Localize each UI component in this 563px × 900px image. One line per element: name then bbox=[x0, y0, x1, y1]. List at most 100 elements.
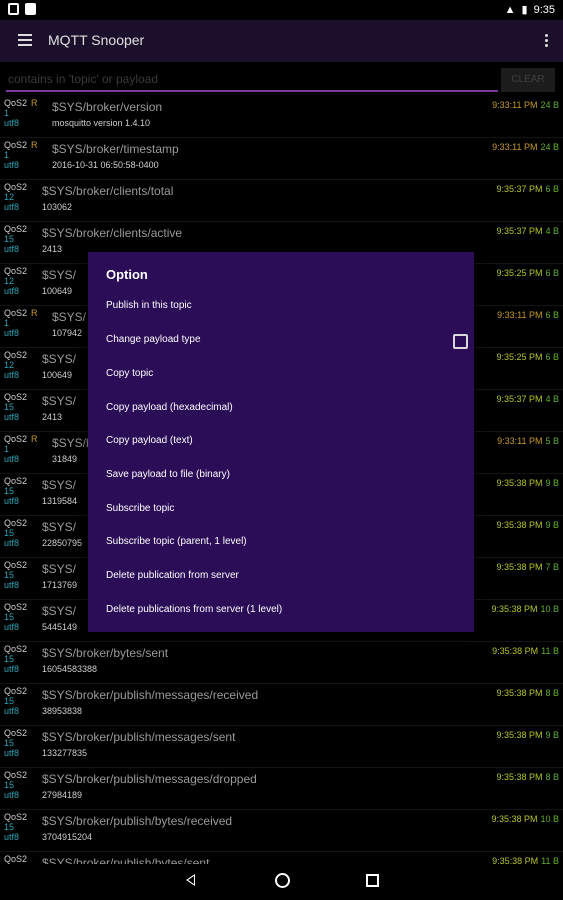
back-icon[interactable] bbox=[186, 874, 195, 886]
message-count: 15 bbox=[4, 738, 15, 748]
dialog-title: Option bbox=[106, 267, 148, 282]
message-meta: 9:35:37 PM 4 B bbox=[496, 226, 559, 236]
option-publish-in-topic[interactable]: Publish in this topic bbox=[106, 300, 192, 311]
topic-text: $SYS/ bbox=[42, 520, 77, 534]
list-item[interactable]: QoS2 R 1 utf8 $SYS/broker/version mosquitto v… bbox=[0, 96, 563, 138]
list-item[interactable]: QoS2 15 utf8 $SYS/broker/publish/messages/d… bbox=[0, 768, 563, 810]
topic-text: $SYS/ bbox=[42, 352, 77, 366]
topic-text: $SYS/broker/bytes/sent bbox=[42, 646, 169, 660]
qos-column: QoS2 R 1 utf8 bbox=[4, 98, 38, 128]
payload-text: 31849 bbox=[52, 454, 78, 464]
qos-column: QoS2 R 1 utf8 bbox=[4, 434, 38, 464]
message-meta: 9:35:38 PM 10 B bbox=[491, 604, 559, 614]
payload-size: 6 B bbox=[545, 184, 559, 194]
qos-label: QoS2 bbox=[4, 728, 28, 738]
qos-column: QoS2 R 1 utf8 bbox=[4, 140, 38, 170]
qos-column: QoS215utf8 bbox=[4, 812, 27, 842]
encoding-label: utf8 bbox=[4, 412, 20, 422]
timestamp: 9:35:38 PM bbox=[492, 646, 539, 656]
qos-column: QoS215utf8 bbox=[4, 728, 27, 758]
qos-column: QoS215utf8 bbox=[4, 518, 27, 548]
encoding-label: utf8 bbox=[4, 202, 20, 212]
payload-text: 2413 bbox=[42, 244, 63, 254]
payload-size: 8 B bbox=[545, 688, 559, 698]
overflow-icon[interactable] bbox=[545, 34, 549, 49]
topic-text: $SYS/ bbox=[52, 310, 87, 324]
payload-size: 10 B bbox=[540, 604, 559, 614]
list-item[interactable]: QoS2 12 utf8 $SYS/broker/clients/total 10306… bbox=[0, 180, 563, 222]
timestamp: 9:33:11 PM bbox=[492, 142, 538, 152]
option-save-payload[interactable]: Save payload to file (binary) bbox=[106, 469, 230, 480]
qos-label: QoS2 bbox=[4, 350, 28, 360]
topic-text: $SYS/broker/publish/bytes/received bbox=[42, 814, 233, 828]
wifi-icon: ▲ bbox=[504, 3, 516, 16]
list-item[interactable]: QoS2 15 utf8 $SYS/broker/bytes/sent 16054583… bbox=[0, 642, 563, 684]
topic-text: $SYS/broker/publish/messages/sent bbox=[42, 730, 236, 744]
payload-size: 4 B bbox=[545, 226, 559, 236]
topic-text: $SYS/ bbox=[42, 562, 77, 576]
qos-label: QoS2 bbox=[4, 434, 28, 444]
message-count: 1 bbox=[4, 444, 10, 454]
qos-label: QoS2 bbox=[4, 182, 28, 192]
topic-text: $SYS/broker/clients/active bbox=[42, 226, 183, 240]
list-item[interactable]: QoS2 15 utf8 $SYS/broker/publish/messages/s… bbox=[0, 726, 563, 768]
message-count: 15 bbox=[4, 486, 15, 496]
message-count: 12 bbox=[4, 360, 15, 370]
message-meta: 9:35:38 PM 11 B bbox=[492, 646, 559, 656]
message-meta: 9:35:25 PM 6 B bbox=[496, 352, 559, 362]
option-delete-publications-level[interactable]: Delete publications from server (1 level… bbox=[106, 604, 282, 615]
message-meta: 9:35:38 PM 7 B bbox=[496, 562, 559, 572]
payload-text: 100649 bbox=[42, 370, 73, 380]
payload-size: 24 B bbox=[540, 100, 559, 110]
list-item[interactable]: QoS2 R 1 utf8 $SYS/broker/timestamp 2016-10-3… bbox=[0, 138, 563, 180]
option-copy-payload-text[interactable]: Copy payload (text) bbox=[106, 435, 193, 446]
qos-label: QoS2 bbox=[4, 854, 28, 864]
topic-text: $SYS/broker/clients/total bbox=[42, 184, 174, 198]
option-subscribe-parent[interactable]: Subscribe topic (parent, 1 level) bbox=[106, 536, 247, 547]
home-icon[interactable] bbox=[275, 873, 290, 888]
option-subscribe-topic[interactable]: Subscribe topic bbox=[106, 503, 174, 514]
message-count: 15 bbox=[4, 570, 15, 580]
message-count: 15 bbox=[4, 528, 15, 538]
timestamp: 9:33:11 PM bbox=[497, 436, 543, 446]
topic-text: $SYS/ bbox=[42, 394, 77, 408]
list-item[interactable]: QoS2 15 utf8 $SYS/broker/publish/bytes/rece… bbox=[0, 810, 563, 852]
option-change-payload-type[interactable]: Change payload type bbox=[106, 334, 201, 345]
encoding-label: utf8 bbox=[4, 496, 20, 506]
recents-icon[interactable] bbox=[366, 874, 379, 887]
message-meta: 9:35:38 PM 8 B bbox=[496, 688, 559, 698]
retained-flag: R bbox=[31, 308, 38, 318]
payload-text: 2016-10-31 06:50:58-0400 bbox=[52, 160, 159, 170]
option-delete-publication[interactable]: Delete publication from server bbox=[106, 570, 239, 581]
retained-flag: R bbox=[31, 140, 38, 150]
filter-input[interactable] bbox=[6, 68, 498, 92]
sd-card-icon bbox=[25, 3, 36, 15]
payload-size: 4 B bbox=[545, 394, 559, 404]
qos-label: QoS2 bbox=[4, 602, 28, 612]
topic-text: $SYS/ bbox=[42, 268, 77, 282]
menu-icon[interactable] bbox=[18, 34, 32, 46]
timestamp: 9:33:11 PM bbox=[497, 310, 543, 320]
list-item[interactable]: QoS2 15 utf8 $SYS/broker/publish/messages/r… bbox=[0, 684, 563, 726]
encoding-label: utf8 bbox=[4, 538, 20, 548]
payload-size: 9 B bbox=[545, 520, 559, 530]
payload-text: 2413 bbox=[42, 412, 63, 422]
qos-label: QoS2 bbox=[4, 224, 28, 234]
encoding-label: utf8 bbox=[4, 244, 20, 254]
qos-label: QoS2 bbox=[4, 812, 28, 822]
payload-text: 5445149 bbox=[42, 622, 78, 632]
payload-type-checkbox[interactable] bbox=[453, 334, 468, 349]
payload-text: 1319584 bbox=[42, 496, 78, 506]
option-copy-topic[interactable]: Copy topic bbox=[106, 368, 153, 379]
option-copy-payload-hex[interactable]: Copy payload (hexadecimal) bbox=[106, 402, 233, 413]
screenshot-icon bbox=[8, 3, 19, 15]
message-meta: 9:35:38 PM 9 B bbox=[496, 478, 559, 488]
clear-button[interactable]: CLEAR bbox=[501, 68, 555, 92]
message-count: 15 bbox=[4, 696, 15, 706]
payload-text: mosquitto version 1.4.10 bbox=[52, 118, 151, 128]
qos-column: QoS215utf8 bbox=[4, 602, 27, 632]
message-count: 1 bbox=[4, 108, 10, 118]
payload-size: 6 B bbox=[545, 352, 559, 362]
payload-size: 6 B bbox=[545, 268, 559, 278]
encoding-label: utf8 bbox=[4, 664, 20, 674]
